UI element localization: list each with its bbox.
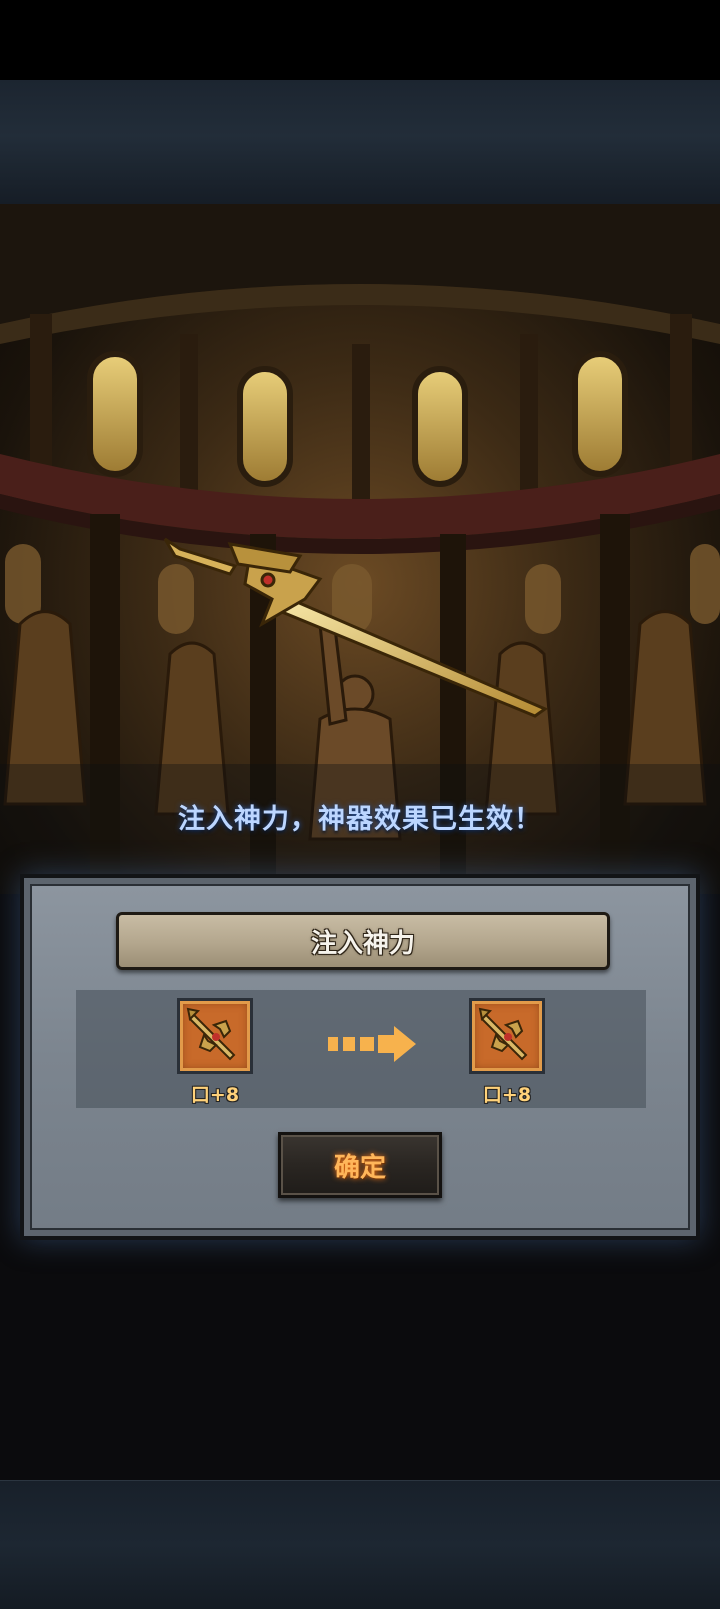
after-item[interactable]: 口+8 <box>466 998 548 1107</box>
temple-scene <box>0 204 720 894</box>
success-message: 注入神力，神器效果已生效！ <box>178 804 542 835</box>
before-item[interactable]: 口+8 <box>174 998 256 1107</box>
bottom-stone-band <box>0 1480 720 1609</box>
confirm-button[interactable]: 确定 <box>278 1132 442 1198</box>
top-stone-band <box>0 80 720 204</box>
after-item-label: 口+8 <box>482 1084 532 1106</box>
arrow-right-icon <box>328 1026 416 1062</box>
sword-icon <box>478 1007 528 1061</box>
before-item-label: 口+8 <box>190 1084 240 1106</box>
infuse-dialog: 注入神力 口+8 口+8 确定 <box>20 874 700 1240</box>
before-item-frame <box>177 998 253 1074</box>
confirm-button-label: 确定 <box>333 1152 386 1183</box>
temple-illustration <box>0 204 720 894</box>
item-compare-strip: 口+8 口+8 <box>76 990 646 1108</box>
dialog-title: 注入神力 <box>310 928 415 959</box>
dialog-title-banner: 注入神力 <box>116 912 610 970</box>
top-black-bar <box>0 0 720 80</box>
sword-icon <box>186 1007 236 1061</box>
after-item-frame <box>469 998 545 1074</box>
